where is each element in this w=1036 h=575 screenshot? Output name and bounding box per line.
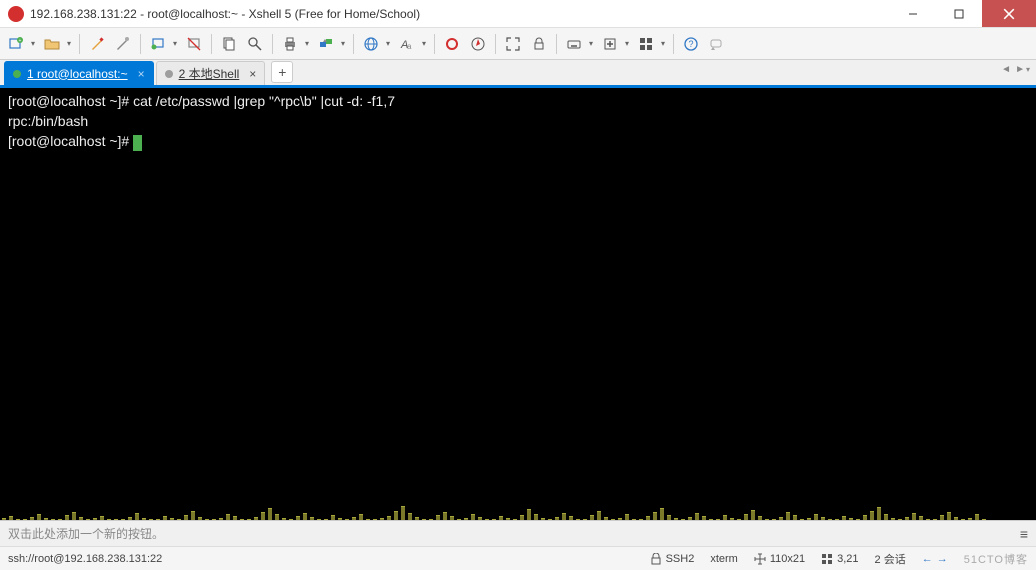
find-button[interactable] — [243, 32, 267, 56]
separator — [79, 34, 80, 54]
tab-strip: 1 root@localhost:~ × 2 本地Shell × + ◄ ► — [0, 60, 1036, 88]
svg-text:?: ? — [688, 39, 693, 49]
separator — [434, 34, 435, 54]
lock-button[interactable] — [527, 32, 551, 56]
session-tab-1[interactable]: 1 root@localhost:~ × — [4, 61, 154, 85]
transfer-button[interactable] — [314, 32, 348, 56]
svg-text:+: + — [19, 38, 22, 44]
help-button[interactable]: ? — [679, 32, 703, 56]
status-protocol: SSH2 — [650, 553, 695, 565]
prev-session-button[interactable]: ← — [922, 553, 933, 565]
open-button[interactable] — [40, 32, 74, 56]
titlebar: 192.168.238.131:22 - root@localhost:~ - … — [0, 0, 1036, 28]
separator — [673, 34, 674, 54]
status-sessions: 2 会话 — [875, 551, 906, 567]
status-nav: ← → — [922, 553, 948, 565]
highlight-button[interactable] — [440, 32, 464, 56]
terminal-line: [root@localhost ~]# cat /etc/passwd |gre… — [8, 93, 395, 109]
quick-buttons-hint: 双击此处添加一个新的按钮。 — [8, 525, 164, 542]
minimize-button[interactable] — [890, 0, 936, 27]
window-title: 192.168.238.131:22 - root@localhost:~ - … — [30, 7, 890, 21]
tab-close-button[interactable]: × — [249, 67, 256, 81]
fullscreen-button[interactable] — [501, 32, 525, 56]
panel-menu-button[interactable]: ≡ — [1020, 526, 1028, 542]
watermark-text: 51CTO博客 — [964, 551, 1028, 567]
options-button[interactable] — [705, 32, 729, 56]
separator — [495, 34, 496, 54]
maximize-button[interactable] — [936, 0, 982, 27]
new-session-button[interactable]: + — [4, 32, 38, 56]
disconnect-button[interactable] — [182, 32, 206, 56]
font-button[interactable]: Aa — [395, 32, 429, 56]
add-button[interactable] — [598, 32, 632, 56]
status-term: xterm — [710, 553, 738, 565]
tab-prev-button[interactable]: ◄ — [1001, 64, 1011, 75]
separator — [211, 34, 212, 54]
reconnect-button[interactable] — [146, 32, 180, 56]
status-connection: ssh://root@192.168.238.131:22 — [8, 553, 634, 565]
status-dot-icon — [13, 70, 21, 78]
toolbar: + Aa — [0, 28, 1036, 60]
status-connection-text: ssh://root@192.168.238.131:22 — [8, 553, 162, 565]
quick-buttons-panel[interactable]: 双击此处添加一个新的按钮。 ≡ — [0, 520, 1036, 546]
lock-icon — [650, 553, 662, 565]
tab-nav: ◄ ► — [1001, 64, 1030, 75]
separator — [272, 34, 273, 54]
resize-icon — [754, 553, 766, 565]
compass-button[interactable] — [466, 32, 490, 56]
grid-icon — [821, 553, 833, 565]
separator — [353, 34, 354, 54]
globe-button[interactable] — [359, 32, 393, 56]
tab-next-button[interactable]: ► — [1015, 64, 1030, 75]
cursor-icon — [133, 135, 142, 151]
tab-label: 1 root@localhost:~ — [27, 67, 128, 81]
new-tab-button[interactable]: + — [271, 61, 293, 83]
copy-button[interactable] — [217, 32, 241, 56]
status-bar: ssh://root@192.168.238.131:22 SSH2 xterm… — [0, 546, 1036, 570]
tab-label: 2 本地Shell — [179, 65, 240, 82]
status-cursor: 3,21 — [821, 553, 858, 565]
script-button[interactable] — [111, 32, 135, 56]
status-dot-icon — [165, 70, 173, 78]
session-tab-2[interactable]: 2 本地Shell × — [156, 61, 266, 85]
window-controls — [890, 0, 1036, 27]
print-button[interactable] — [278, 32, 312, 56]
app-icon — [8, 6, 24, 22]
properties-button[interactable] — [85, 32, 109, 56]
terminal-line: rpc:/bin/bash — [8, 113, 88, 129]
separator — [556, 34, 557, 54]
separator — [140, 34, 141, 54]
layout-button[interactable] — [634, 32, 668, 56]
next-session-button[interactable]: → — [937, 553, 948, 565]
close-button[interactable] — [982, 0, 1036, 27]
status-size: 110x21 — [754, 553, 805, 565]
keyboard-button[interactable] — [562, 32, 596, 56]
audio-visualizer — [0, 480, 1036, 520]
svg-text:a: a — [407, 42, 412, 51]
tab-close-button[interactable]: × — [138, 67, 145, 81]
terminal-line: [root@localhost ~]# — [8, 133, 133, 149]
terminal-pane[interactable]: [root@localhost ~]# cat /etc/passwd |gre… — [0, 88, 1036, 520]
